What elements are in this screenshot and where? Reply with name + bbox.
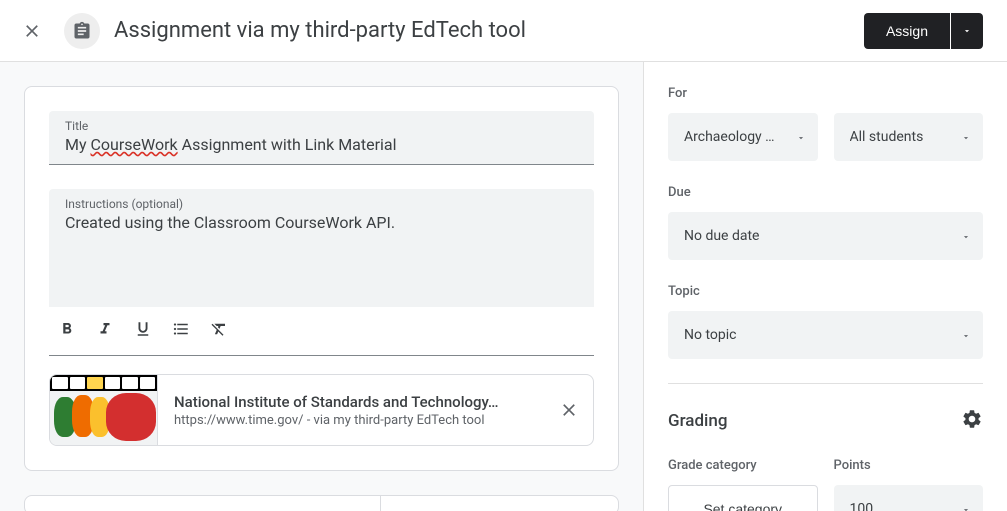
due-dropdown[interactable]: No due date <box>668 212 983 260</box>
italic-button[interactable] <box>91 315 119 343</box>
assign-button[interactable]: Assign <box>864 13 950 49</box>
remove-attachment-button[interactable] <box>545 400 593 420</box>
assignment-card: Title My CourseWork Assignment with Link… <box>24 86 619 471</box>
chevron-down-icon <box>961 326 971 345</box>
assignment-icon <box>64 13 100 49</box>
page-title: Assignment via my third-party EdTech too… <box>114 18 864 43</box>
chevron-down-icon <box>961 128 971 147</box>
grade-category-group: Grade category Set category <box>668 458 818 511</box>
instructions-field[interactable]: Instructions (optional) Created using th… <box>49 189 594 307</box>
divider <box>668 383 983 384</box>
instructions-input[interactable]: Created using the Classroom CourseWork A… <box>65 213 578 232</box>
chevron-down-icon <box>961 500 971 511</box>
students-dropdown[interactable]: All students <box>834 113 984 161</box>
chevron-down-icon <box>961 227 971 246</box>
due-label: Due <box>668 185 983 200</box>
gear-icon[interactable] <box>961 408 983 434</box>
title-text-suffix: Assignment with Link Material <box>178 135 397 154</box>
secondary-card-left <box>25 496 381 511</box>
attachment-info: National Institute of Standards and Tech… <box>158 393 545 428</box>
due-value: No due date <box>684 228 953 244</box>
points-dropdown[interactable]: 100 <box>834 485 984 511</box>
title-label: Title <box>65 119 578 133</box>
grading-header: Grading <box>668 408 983 434</box>
list-button[interactable] <box>167 315 195 343</box>
for-label: For <box>668 86 983 101</box>
class-value: Archaeology … <box>684 129 788 145</box>
attachment-title: National Institute of Standards and Tech… <box>174 393 529 411</box>
set-category-button[interactable]: Set category <box>668 485 818 511</box>
class-dropdown[interactable]: Archaeology … <box>668 113 818 161</box>
sidebar: For Archaeology … All students Due No du… <box>644 62 1007 511</box>
main-column: Title My CourseWork Assignment with Link… <box>0 62 644 511</box>
grade-category-label: Grade category <box>668 458 818 473</box>
points-group: Points 100 <box>834 458 984 511</box>
attachment-via: - via my third-party EdTech tool <box>304 413 485 428</box>
title-text-spellcheck: CourseWork <box>91 135 178 154</box>
title-text-prefix: My <box>65 135 91 154</box>
attachment-subtitle: https://www.time.gov/ - via my third-par… <box>174 413 529 428</box>
title-field[interactable]: Title My CourseWork Assignment with Link… <box>49 111 594 165</box>
attachment-card[interactable]: National Institute of Standards and Tech… <box>49 374 594 446</box>
grading-title: Grading <box>668 411 727 431</box>
attachment-thumbnail <box>50 375 158 445</box>
points-value: 100 <box>850 501 954 511</box>
chevron-down-icon <box>796 128 806 147</box>
underline-button[interactable] <box>129 315 157 343</box>
body: Title My CourseWork Assignment with Link… <box>0 62 1007 511</box>
points-label: Points <box>834 458 984 473</box>
format-toolbar <box>49 307 594 356</box>
topic-label: Topic <box>668 284 983 299</box>
title-input[interactable]: My CourseWork Assignment with Link Mater… <box>65 135 578 154</box>
assign-dropdown-button[interactable] <box>951 13 983 49</box>
clear-format-button[interactable] <box>205 315 233 343</box>
attachment-url: https://www.time.gov/ <box>174 413 304 428</box>
header: Assignment via my third-party EdTech too… <box>0 0 1007 62</box>
assign-button-group: Assign <box>864 13 983 49</box>
secondary-card <box>24 495 619 511</box>
bold-button[interactable] <box>53 315 81 343</box>
topic-value: No topic <box>684 327 953 343</box>
instructions-label: Instructions (optional) <box>65 197 578 211</box>
students-value: All students <box>850 129 954 145</box>
close-icon[interactable] <box>18 17 46 45</box>
topic-dropdown[interactable]: No topic <box>668 311 983 359</box>
